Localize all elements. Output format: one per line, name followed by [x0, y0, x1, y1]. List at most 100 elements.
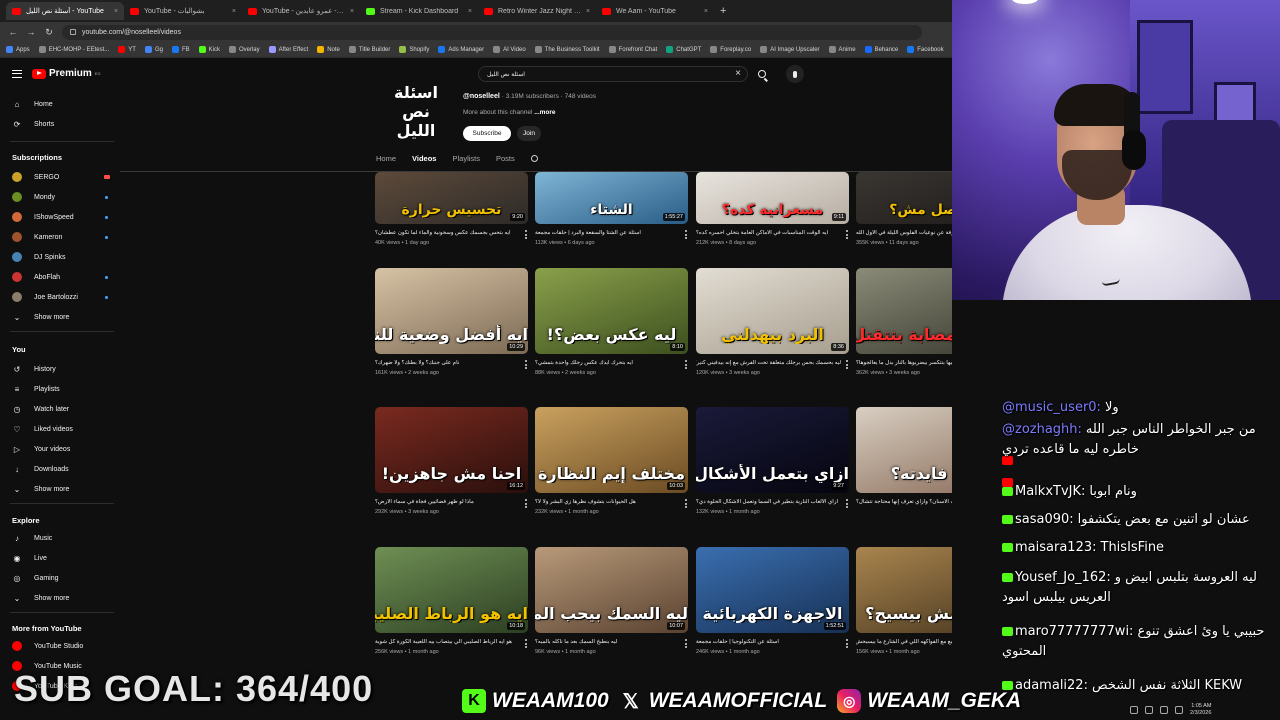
video-thumbnail[interactable]: ليه عكس بعض؟! 8:10 [535, 268, 688, 354]
video-thumbnail[interactable]: ايه أفضل وضعية للنوم؟10:29 [375, 268, 528, 354]
video-card[interactable]: الاجهزة الكهربائية 1:52:51 اسئلة عن التكنو… [696, 547, 849, 655]
tray-up-icon[interactable] [1130, 706, 1138, 714]
bookmark-item[interactable]: Overlay [228, 46, 260, 53]
video-thumbnail[interactable]: مسعرانيه كده؟ 9:11 [696, 172, 849, 224]
video-card[interactable]: ليه عكس بعض؟! 8:10 ايه بتحرك ايدك عكس رجلك… [535, 268, 688, 376]
video-card[interactable]: مسعرانيه كده؟ 9:11 ايه الوقت المناسبات في … [696, 172, 849, 246]
video-card[interactable]: ليه السمك بيحب الميه؟10:07 ليه بنطبخ السم… [535, 547, 688, 655]
bookmark-item[interactable]: AI Image Upscaler [760, 46, 820, 53]
site-info-icon[interactable] [70, 29, 76, 35]
video-title[interactable]: هو ايه الرباط الصليبي الي بيتصاب بيه الل… [375, 639, 520, 647]
tab-close-icon[interactable]: × [468, 8, 472, 15]
video-card[interactable]: ايه فايدته؟2:48 ايه فايدة عصب الأسنان؟ وا… [856, 407, 952, 507]
bookmark-item[interactable]: Facebook [907, 46, 944, 53]
video-thumbnail[interactable]: ازاي بتعمل الأشكال دي؟9:27 [696, 407, 849, 493]
tab-close-icon[interactable]: × [350, 8, 354, 15]
more-options-icon[interactable] [845, 360, 849, 369]
video-card[interactable]: مختلف إيم النظارة 10:03 هل الحيوانات بتشوف… [535, 407, 688, 515]
video-card[interactable]: احنا مش جاهزين! 16:12 ماذا لو ظهر فضائيين … [375, 407, 528, 515]
browser-tab[interactable]: YouTube - حلاوتي - عمرو عابدين × [242, 2, 360, 20]
bookmark-item[interactable]: After Effect [268, 46, 308, 53]
video-thumbnail[interactable]: البرد بيهدلني 8:36 [696, 268, 849, 354]
video-title[interactable]: ايه بتحرك ايدك عكس رجلك واحدة بتمشي؟ [535, 360, 680, 368]
bookmark-item[interactable]: FB [171, 46, 190, 53]
video-thumbnail[interactable]: احنا مش جاهزين! 16:12 [375, 407, 528, 493]
bookmark-item[interactable]: Note [317, 46, 340, 53]
url-input[interactable]: youtube.com/@noselleel/videos [62, 24, 922, 40]
bookmark-item[interactable]: ChatGPT [666, 46, 701, 53]
tray-volume-icon[interactable] [1160, 706, 1168, 714]
bookmark-item[interactable]: Anime [828, 46, 856, 53]
video-thumbnail[interactable]: ايه هو الرباط الصليبي؟10:18 [375, 547, 528, 633]
video-title[interactable]: هل الحيوانات بتشوف نظرها زي البشر ولا لأ… [535, 499, 680, 507]
bookmark-item[interactable]: Foreplay.co [710, 46, 751, 53]
video-card[interactable]: محصل مش؟ ليه الأمور المعرفة عن نوعيات الف… [856, 172, 952, 246]
browser-tab[interactable]: YouTube - بشوالبات × [124, 2, 242, 20]
video-title[interactable]: ليه بنطبخ السمك بعد ما ناكله بالميه؟ [535, 639, 680, 647]
more-options-icon[interactable] [684, 230, 688, 239]
bookmark-item[interactable]: Kick [198, 46, 220, 53]
bookmark-item[interactable]: Ads Manager [438, 46, 484, 53]
tab-close-icon[interactable]: × [704, 8, 708, 15]
video-card[interactable]: ازاي بتعمل الأشكال دي؟9:27 ازاي الألعاب ا… [696, 407, 849, 515]
video-title[interactable]: ماذا لو ظهر فضائيين فجأة في سماء الأرض؟ [375, 499, 520, 507]
video-title[interactable]: ليه بحسمك بحس برجلك متعلقة تحت الفرش مع … [696, 360, 841, 368]
video-title[interactable]: ازاي الثلج اللي بيتيع بيبع مع الفواكهه ا… [856, 639, 952, 647]
video-thumbnail[interactable]: حول المصابة بتتقتل؟12:15 [856, 268, 952, 354]
more-options-icon[interactable] [845, 639, 849, 648]
video-thumbnail[interactable]: الاجهزة الكهربائية 1:52:51 [696, 547, 849, 633]
browser-tab[interactable]: Retro Winter Jazz Night - 1930... × [478, 2, 596, 20]
taskbar-clock[interactable]: 1:05 AM 2/3/2026 [1190, 703, 1211, 717]
video-thumbnail[interactable]: ليه السمك بيحب الميه؟10:07 [535, 547, 688, 633]
more-options-icon[interactable] [524, 639, 528, 648]
video-title[interactable]: ايه الخيول اللي رجليها بتتكسر بيضربوها ب… [856, 360, 952, 368]
bookmark-item[interactable]: The Business Toolkit [534, 46, 600, 53]
browser-tab[interactable]: We Aam - YouTube × [596, 2, 714, 20]
more-options-icon[interactable] [684, 360, 688, 369]
video-card[interactable]: الشتاء 1:55:27 اسئلة عن الشتا والسقعة والب… [535, 172, 688, 246]
browser-tab[interactable]: أسئلة نص الليل - YouTube × [6, 2, 124, 20]
video-title[interactable]: ازاي الألعاب النارية بتطير في السما وتعم… [696, 499, 841, 507]
tab-close-icon[interactable]: × [586, 8, 590, 15]
bookmark-item[interactable]: Shopify [399, 46, 429, 53]
video-title[interactable]: ايه فايدة عصب الأسنان؟ وازاي تعرف إنها م… [856, 499, 952, 507]
video-card[interactable]: البرد بيهدلني 8:36 ليه بحسمك بحس برجلك متع… [696, 268, 849, 376]
reload-icon[interactable]: ↻ [44, 27, 54, 38]
more-options-icon[interactable] [684, 499, 688, 508]
video-card[interactable]: ازاي مش بيسيح؟9:14 ازاي الثلج اللي بيتيع … [856, 547, 952, 655]
video-card[interactable]: تحسيس حرارة 9:20 ايه بتحس بجسمك عكس وسخوني… [375, 172, 528, 246]
back-icon[interactable]: ← [8, 27, 18, 37]
video-thumbnail[interactable]: ايه فايدته؟2:48 [856, 407, 952, 493]
tray-network-icon[interactable] [1145, 706, 1153, 714]
more-options-icon[interactable] [524, 360, 528, 369]
video-card[interactable]: ايه أفضل وضعية للنوم؟10:29 نام على جنبك؟ … [375, 268, 528, 376]
bookmark-item[interactable]: Forefront Chat [608, 46, 657, 53]
bookmark-item[interactable]: YT [118, 46, 136, 53]
tab-close-icon[interactable]: × [114, 8, 118, 15]
bookmark-item[interactable]: Gg [144, 46, 163, 53]
more-options-icon[interactable] [524, 230, 528, 239]
new-tab-icon[interactable]: + [714, 5, 732, 17]
forward-icon[interactable]: → [26, 27, 36, 37]
video-title[interactable]: ليه الأمور المعرفة عن نوعيات الفلوس اللي… [856, 230, 952, 238]
video-thumbnail[interactable]: ازاي مش بيسيح؟9:14 [856, 547, 952, 633]
video-thumbnail[interactable]: مختلف إيم النظارة 10:03 [535, 407, 688, 493]
bookmark-item[interactable]: Title Builder [348, 46, 390, 53]
video-card[interactable]: ايه هو الرباط الصليبي؟10:18 هو ايه الرباط… [375, 547, 528, 655]
video-title[interactable]: نام على جنبك؟ ولا بطنك؟ ولا ضهرك؟ [375, 360, 520, 368]
video-title[interactable]: اسئلة عن التكنولوجيا | حلقات مجمعة [696, 639, 841, 647]
video-thumbnail[interactable]: الشتاء 1:55:27 [535, 172, 688, 224]
more-options-icon[interactable] [684, 639, 688, 648]
video-title[interactable]: ايه بتحس بجسمك عكس وسخونية والماء لما تك… [375, 230, 520, 238]
bookmark-item[interactable]: Apps [6, 46, 30, 53]
video-title[interactable]: اسئلة عن الشتا والسقعة والبرد | حلقات مج… [535, 230, 680, 238]
video-thumbnail[interactable]: تحسيس حرارة 9:20 [375, 172, 528, 224]
more-options-icon[interactable] [845, 499, 849, 508]
video-card[interactable]: حول المصابة بتتقتل؟12:15 ايه الخيول اللي … [856, 268, 952, 376]
video-title[interactable]: ايه الوقت المناسبات في الأماكن العامة بت… [696, 230, 841, 238]
more-options-icon[interactable] [845, 230, 849, 239]
tray-battery-icon[interactable] [1175, 706, 1183, 714]
bookmark-item[interactable]: EHC-MOHP - EEtest... [38, 46, 109, 53]
tab-close-icon[interactable]: × [232, 8, 236, 15]
video-thumbnail[interactable]: محصل مش؟ [856, 172, 952, 224]
